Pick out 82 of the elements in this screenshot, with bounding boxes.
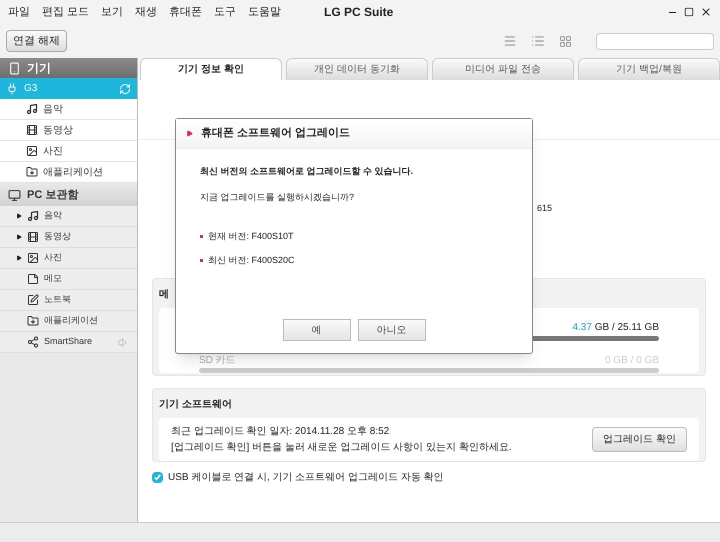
- menu-item[interactable]: 파일: [8, 4, 30, 20]
- menu-item[interactable]: 도움말: [248, 4, 282, 20]
- menu-item[interactable]: 휴대폰: [169, 4, 202, 20]
- item-label: 애플리케이션: [43, 166, 103, 180]
- share-icon: [27, 336, 39, 348]
- tab[interactable]: 미디어 파일 전송: [432, 58, 574, 80]
- sidebar-item[interactable]: 애플리케이션: [0, 162, 137, 183]
- window-title: LG PC Suite: [324, 4, 394, 21]
- music-note-icon: [27, 210, 39, 222]
- close-icon[interactable]: [700, 6, 712, 18]
- item-label: 노트북: [44, 293, 71, 306]
- sidebar-item[interactable]: 동영상: [0, 227, 137, 248]
- sidebar-item[interactable]: 음악: [0, 99, 137, 120]
- menu-item[interactable]: 재생: [135, 4, 158, 20]
- last-check-text: 최근 업그레이드 확인 일자: 2014.11.28 오후 8:52: [171, 425, 390, 439]
- image-icon: [27, 252, 39, 264]
- checkbox[interactable]: [152, 472, 163, 483]
- hint-text: [업그레이드 확인] 버튼을 눌러 새로운 업그레이드 사항이 있는지 확인하세요.: [171, 441, 512, 455]
- sidebar-item[interactable]: SmartShare: [0, 332, 137, 353]
- plug-icon: [6, 82, 18, 94]
- monitor-icon: [8, 189, 21, 202]
- sidebar-item[interactable]: 동영상: [0, 120, 137, 141]
- item-label: 음악: [43, 102, 63, 116]
- dialog-message: 최신 버전의 소프트웨어로 업그레이드할 수 있습니다.: [200, 165, 414, 178]
- sidebar-item[interactable]: 메모: [0, 269, 137, 290]
- item-label: 사진: [43, 144, 63, 158]
- menu-item[interactable]: 보기: [101, 4, 124, 20]
- note-icon: [27, 273, 39, 285]
- triangle-icon: [186, 130, 193, 137]
- sidebar-item[interactable]: 음악: [0, 206, 137, 227]
- search-field[interactable]: [596, 32, 714, 50]
- expand-arrow-icon[interactable]: [16, 234, 22, 240]
- dialog-question: 지금 업그레이드를 실행하시겠습니까?: [200, 190, 356, 204]
- item-label: 음악: [44, 209, 62, 222]
- upgrade-check-button[interactable]: 업그레이드 확인: [592, 427, 687, 452]
- menu-item[interactable]: 도구: [214, 4, 236, 20]
- folder-icon: [27, 315, 39, 327]
- version-text: 현재 버전: F400S10T: [208, 230, 294, 243]
- storage-label: SD 카드: [199, 354, 236, 368]
- device-name: G3: [24, 82, 38, 96]
- tab[interactable]: 기기 정보 확인: [140, 58, 282, 80]
- panel-title: 기기 소프트웨어: [159, 398, 233, 412]
- bullet-icon: [200, 235, 203, 238]
- disconnect-button[interactable]: 연결 해제: [6, 30, 68, 52]
- expand-arrow-icon[interactable]: [16, 255, 22, 261]
- info-text: 615: [536, 202, 552, 216]
- item-label: SmartShare: [44, 335, 92, 348]
- dialog-button[interactable]: 아니오: [358, 319, 426, 341]
- maximize-icon[interactable]: [684, 7, 694, 17]
- sidebar-item[interactable]: 애플리케이션: [0, 311, 137, 332]
- grid-view-icon[interactable]: [559, 34, 572, 48]
- item-label: 애플리케이션: [44, 314, 98, 328]
- item-label: 동영상: [44, 230, 71, 244]
- music-note-icon: [26, 103, 38, 115]
- section-title: PC 보관함: [27, 188, 78, 204]
- tab[interactable]: 기기 백업/복원: [578, 58, 720, 80]
- list-view-icon[interactable]: [503, 34, 517, 48]
- dialog-title: 휴대폰 소프트웨어 업그레이드: [201, 126, 350, 142]
- detail-view-icon[interactable]: [531, 34, 545, 48]
- image-icon: [26, 145, 38, 157]
- menu-item[interactable]: 편집 모드: [42, 4, 90, 20]
- item-label: 동영상: [43, 124, 73, 138]
- storage-reading: 4.37 GB / 25.11 GB: [572, 321, 659, 335]
- item-label: 사진: [44, 251, 62, 264]
- folder-icon: [26, 166, 38, 178]
- film-icon: [26, 124, 38, 136]
- panel-title: 메: [159, 288, 170, 302]
- sidebar-item[interactable]: 노트북: [0, 290, 137, 311]
- section-title: 기기: [27, 60, 51, 77]
- pen-square-icon: [27, 294, 39, 306]
- bullet-icon: [200, 258, 203, 262]
- checkbox-label: USB 케이블로 연결 시, 기기 소프트웨어 업그레이드 자동 확인: [168, 471, 444, 485]
- speaker-icon: [118, 336, 129, 348]
- film-icon: [27, 231, 39, 243]
- tab[interactable]: 개인 데이터 동기화: [286, 58, 428, 80]
- version-text: 최신 버전: F400S20C: [208, 254, 295, 266]
- phone-icon: [8, 62, 21, 74]
- dialog-button[interactable]: 예: [282, 319, 350, 341]
- item-label: 메모: [44, 272, 62, 286]
- sidebar-item[interactable]: 사진: [0, 141, 137, 162]
- expand-arrow-icon[interactable]: [16, 213, 22, 219]
- sidebar-item[interactable]: 사진: [0, 248, 137, 269]
